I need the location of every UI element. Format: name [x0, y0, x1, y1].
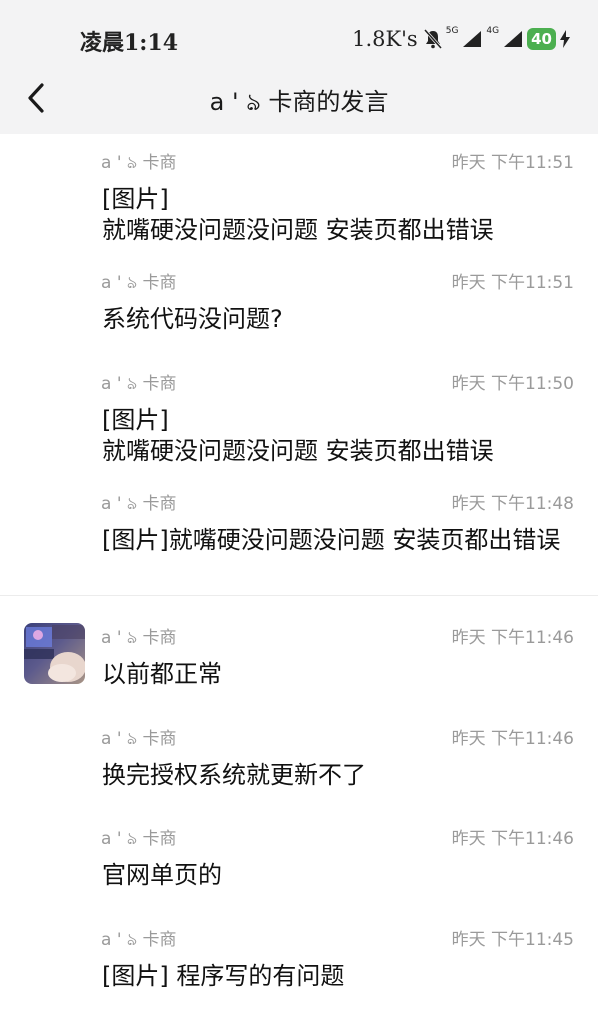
message-time: 昨天 下午11:46 [451, 628, 574, 648]
message-text: 换完授权系统就更新不了 [102, 761, 366, 789]
message-text: [图片] 就嘴硬没问题没问题 安装页都出错误 [102, 406, 494, 465]
avatar-image [24, 623, 85, 684]
message-time: 昨天 下午11:50 [451, 374, 574, 394]
sender-name: a ' ঌ 卡商 [101, 273, 177, 293]
sender-name: a ' ঌ 卡商 [101, 829, 177, 849]
message-text: [图片] 就嘴硬没问题没问题 安装页都出错误 [102, 185, 494, 244]
sender-name: a ' ঌ 卡商 [101, 153, 177, 173]
nav-bar: a ' ঌ 卡商的发言 [0, 76, 598, 134]
charging-icon [560, 30, 570, 48]
divider [0, 595, 598, 596]
message-time: 昨天 下午11:48 [451, 494, 574, 514]
message-text: 以前都正常 [102, 660, 222, 688]
status-bar: 凌晨1:14 1.8K's 5G 4G 40 [0, 0, 598, 76]
sender-name: a ' ঌ 卡商 [101, 494, 177, 514]
signal-icon [463, 31, 482, 47]
sender-name: a ' ঌ 卡商 [101, 628, 177, 648]
sender-name: a ' ঌ 卡商 [101, 930, 177, 950]
message-time: 昨天 下午11:51 [451, 153, 574, 173]
message-time: 昨天 下午11:46 [451, 729, 574, 749]
signal-icon [504, 31, 523, 47]
signal-1-label: 5G [445, 26, 459, 36]
network-speed: 1.8K's [352, 27, 418, 51]
message-time: 昨天 下午11:46 [451, 829, 574, 849]
status-time: 凌晨1:14 [80, 30, 179, 56]
battery-level: 40 [527, 28, 556, 50]
message-text: 官网单页的 [102, 861, 222, 889]
page-title: a ' ঌ 卡商的发言 [209, 88, 389, 116]
sender-name: a ' ঌ 卡商 [101, 729, 177, 749]
message-time: 昨天 下午11:45 [451, 930, 574, 950]
mute-bell-icon [423, 29, 442, 49]
status-icons: 1.8K's 5G 4G 40 [352, 24, 570, 54]
signal-2-label: 4G [486, 26, 500, 36]
message-text: 系统代码没问题? [102, 305, 283, 333]
message-time: 昨天 下午11:51 [451, 273, 574, 293]
message-text: [图片]就嘴硬没问题没问题 安装页都出错误 [102, 526, 561, 554]
sender-name: a ' ঌ 卡商 [101, 374, 177, 394]
message-text: [图片] 程序写的有问题 [102, 962, 345, 990]
avatar[interactable] [24, 623, 85, 684]
